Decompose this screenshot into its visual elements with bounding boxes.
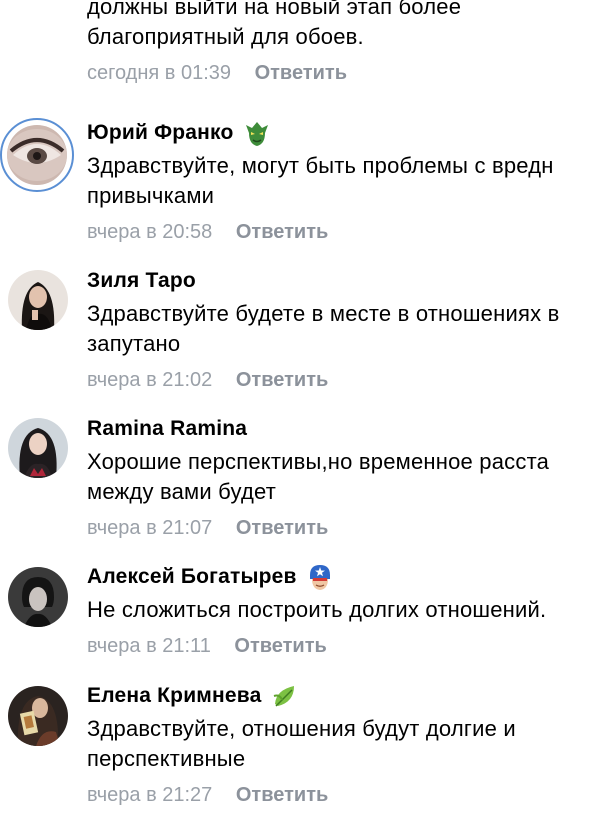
comment-meta: сегодня в 01:39 Ответить (87, 61, 600, 85)
comment-meta: вчера в 20:58 Ответить (87, 220, 600, 244)
goblin-mask-icon (244, 119, 270, 147)
reply-button[interactable]: Ответить (234, 635, 326, 657)
comment-text-line: Не сложиться построить долгих отношений. (87, 597, 547, 622)
comment-time: вчера в 21:11 (87, 635, 211, 657)
comment-text-line: Здравствуйте, могут быть проблемы с вред… (87, 153, 554, 178)
captain-mask-icon (307, 563, 333, 591)
comment-text-line: перспективные (87, 746, 246, 771)
reply-button[interactable]: Ответить (236, 369, 328, 391)
reply-button[interactable]: Ответить (236, 221, 328, 243)
comment-time: вчера в 21:02 (87, 369, 213, 391)
comment-item: Ramina Ramina Хорошие перспективы,но вре… (0, 413, 600, 563)
avatar-image (8, 567, 68, 627)
comment-time: вчера в 20:58 (87, 221, 213, 243)
comment-text-line: Хорошие перспективы,но временное расста (87, 449, 550, 474)
author-name[interactable]: Зиля Таро (87, 269, 196, 293)
comment-time: сегодня в 01:39 (87, 62, 231, 84)
avatar[interactable] (8, 686, 68, 746)
comment-item: Елена Кримнева Здравствуйте, отношения б… (0, 680, 600, 830)
reply-button[interactable]: Ответить (236, 517, 328, 539)
comment-meta: вчера в 21:02 Ответить (87, 368, 600, 392)
comment-text-line: Здравствуйте, отношения будут долгие и (87, 716, 516, 741)
avatar-image (7, 125, 67, 185)
avatar[interactable] (8, 270, 68, 330)
comment-meta: вчера в 21:27 Ответить (87, 783, 600, 807)
comment-text-line: Здравствуйте будете в месте в отношениях… (87, 301, 560, 326)
leaf-icon (272, 682, 298, 710)
author-name[interactable]: Ramina Ramina (87, 417, 247, 441)
avatar-image (8, 270, 68, 330)
avatar[interactable] (0, 118, 74, 192)
comment-text-line: благоприятный для обоев. (87, 24, 364, 49)
comment-time: вчера в 21:27 (87, 784, 213, 806)
author-name[interactable]: Алексей Богатырев (87, 565, 297, 589)
comment-text-line: привычками (87, 183, 215, 208)
comment-item: Юрий Франко Здравствуйте, могут быть про… (0, 117, 600, 267)
avatar[interactable] (8, 567, 68, 627)
comment-meta: вчера в 21:07 Ответить (87, 516, 600, 540)
reply-button[interactable]: Ответить (236, 784, 328, 806)
comment-text-line: между вами будет (87, 479, 276, 504)
partial-comment: должны выйти на новый этап более благопр… (87, 0, 600, 85)
avatar-image (8, 686, 68, 746)
comment-text-line: должны выйти на новый этап более (87, 0, 462, 19)
avatar[interactable] (8, 418, 68, 478)
reply-button[interactable]: Ответить (255, 62, 347, 84)
comment-text-line: запутано (87, 331, 181, 356)
author-name[interactable]: Елена Кримнева (87, 684, 262, 708)
comment-meta: вчера в 21:11 Ответить (87, 634, 600, 658)
comment-time: вчера в 21:07 (87, 517, 213, 539)
avatar-image (8, 418, 68, 478)
author-name[interactable]: Юрий Франко (87, 121, 234, 145)
comment-item: Зиля Таро Здравствуйте будете в месте в … (0, 265, 600, 415)
